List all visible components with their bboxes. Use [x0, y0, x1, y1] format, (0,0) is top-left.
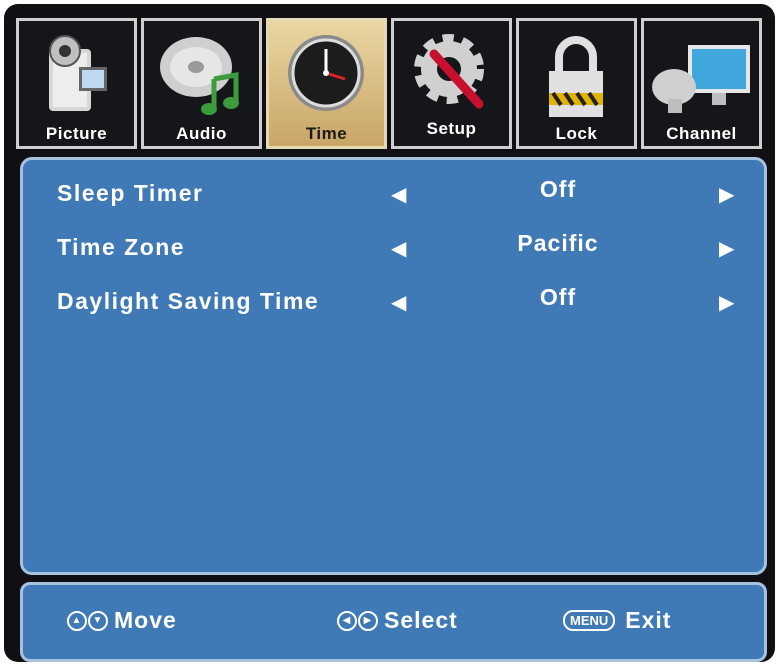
camcorder-icon — [49, 35, 107, 111]
tab-picture[interactable]: Picture — [16, 18, 137, 149]
setting-row-time-zone[interactable]: Time Zone ◀ Pacific ▶ — [23, 228, 764, 268]
right-arrow-icon[interactable]: ▶ — [719, 290, 734, 315]
audio-disc-icon — [160, 37, 239, 115]
move-label: Move — [114, 607, 177, 633]
right-arrow-icon: ▶ — [358, 610, 378, 631]
left-arrow-icon[interactable]: ◀ — [391, 236, 406, 261]
gear-wrench-icon — [414, 34, 484, 109]
tab-setup[interactable]: Setup — [391, 18, 512, 149]
left-arrow-icon[interactable]: ◀ — [391, 182, 406, 207]
tab-label: Time — [305, 124, 348, 143]
down-arrow-icon: ▼ — [88, 610, 108, 631]
exit-label: Exit — [625, 607, 672, 633]
tab-audio[interactable]: Audio — [141, 18, 262, 149]
tab-label: Lock — [555, 124, 598, 143]
tab-label: Channel — [666, 124, 737, 143]
settings-panel: Sleep Timer ◀ Off ▶ Time Zone ◀ Pacific … — [20, 157, 767, 575]
setting-name: Sleep Timer — [57, 180, 204, 206]
tab-channel[interactable]: Channel — [641, 18, 762, 149]
setting-value: Off — [539, 284, 577, 310]
move-hint: ▲ ▼ Move — [67, 607, 177, 634]
left-arrow-icon[interactable]: ◀ — [391, 290, 406, 315]
tab-label: Picture — [45, 124, 108, 143]
tab-lock[interactable]: Lock — [516, 18, 637, 149]
left-arrow-icon: ◀ — [337, 610, 357, 631]
setting-value: Off — [539, 176, 577, 202]
padlock-icon — [549, 36, 603, 117]
osd-menu: Picture Audio Time Setup Lock Channel Sl… — [4, 4, 775, 662]
tab-label: Audio — [176, 124, 227, 143]
right-arrow-icon[interactable]: ▶ — [719, 182, 734, 207]
tab-time[interactable]: Time — [266, 18, 387, 149]
select-label: Select — [384, 607, 458, 633]
clock-icon — [288, 35, 364, 111]
exit-hint: MENU Exit — [563, 607, 671, 634]
setting-row-sleep-timer[interactable]: Sleep Timer ◀ Off ▶ — [23, 174, 764, 214]
satellite-monitor-icon — [652, 45, 750, 113]
setting-value: Pacific — [517, 230, 599, 256]
setting-name: Daylight Saving Time — [57, 288, 320, 314]
right-arrow-icon[interactable]: ▶ — [719, 236, 734, 261]
setting-name: Time Zone — [57, 234, 186, 260]
footer-hints: ▲ ▼ Move ◀ ▶ Select MENU Exit — [20, 582, 767, 662]
up-arrow-icon: ▲ — [67, 610, 87, 631]
menu-key-icon: MENU — [563, 610, 616, 631]
tab-label: Setup — [426, 119, 477, 138]
setting-row-daylight-saving[interactable]: Daylight Saving Time ◀ Off ▶ — [23, 282, 764, 322]
select-hint: ◀ ▶ Select — [337, 607, 458, 634]
